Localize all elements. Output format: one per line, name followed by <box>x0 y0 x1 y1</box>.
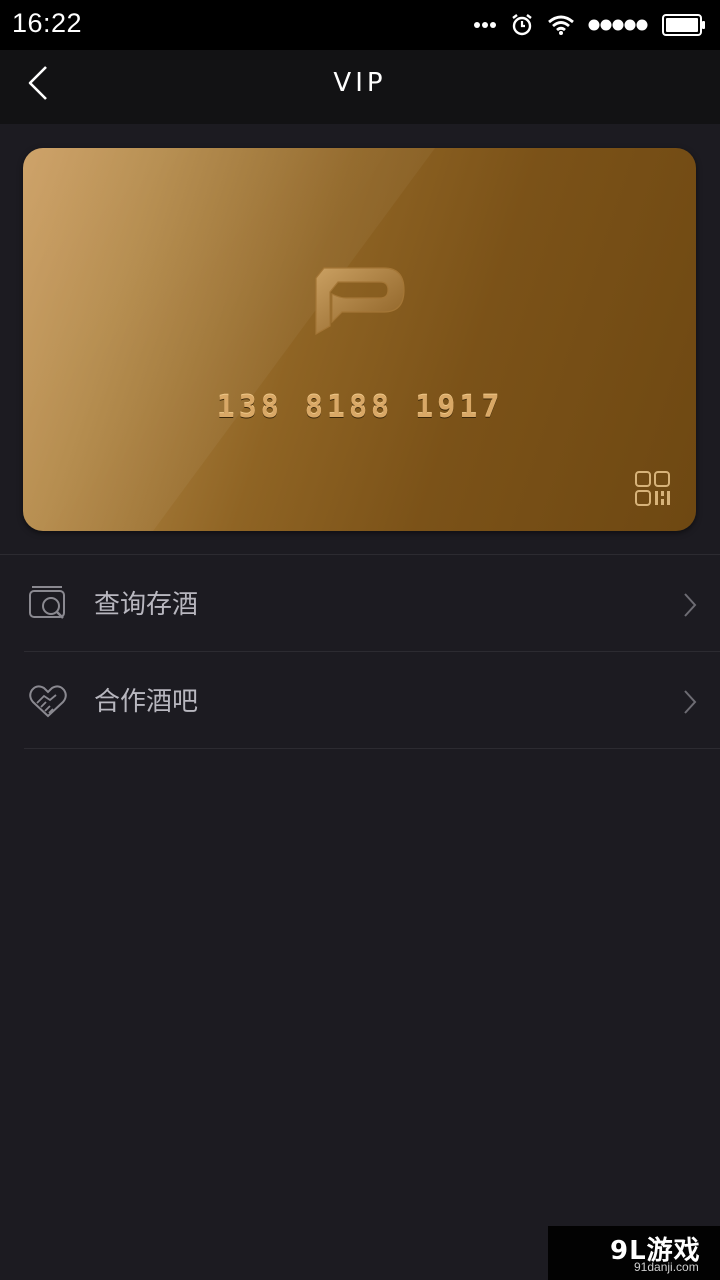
wine-search-icon <box>29 586 65 619</box>
chevron-right-icon <box>684 593 697 617</box>
menu-item-label: 合作酒吧 <box>94 687 199 717</box>
status-time: 16:22 <box>12 8 83 38</box>
alarm-icon <box>512 14 532 36</box>
qr-code-button[interactable] <box>634 470 672 512</box>
card-sheen <box>23 148 435 531</box>
back-button[interactable] <box>22 62 62 112</box>
vip-screen: 16:22 VIP 138 8188 1917 查询存酒 合作酒吧 9L游戏 9… <box>0 0 720 1280</box>
status-icons <box>474 10 706 40</box>
qr-code-icon <box>635 471 670 506</box>
menu-item-label: 查询存酒 <box>94 590 199 620</box>
chevron-right-icon <box>684 690 697 714</box>
nav-bar: VIP <box>0 50 720 124</box>
watermark: 9L游戏 91danji.com <box>548 1226 720 1280</box>
chevron-left-icon <box>28 66 47 100</box>
battery-icon <box>662 14 705 36</box>
card-number: 138 8188 1917 <box>216 390 504 425</box>
vip-card[interactable] <box>23 148 696 531</box>
menu-item-query-wine[interactable]: 查询存酒 <box>24 555 720 652</box>
card-logo-icon <box>315 267 405 336</box>
status-bar: 16:22 <box>0 0 720 50</box>
signal-dots-icon <box>588 19 648 31</box>
handshake-icon <box>29 685 67 718</box>
page-title: VIP <box>333 68 387 98</box>
menu-item-partner-bars[interactable]: 合作酒吧 <box>24 652 720 749</box>
wifi-icon <box>548 15 574 35</box>
watermark-url: 91danji.com <box>634 1260 699 1274</box>
menu-list: 查询存酒 合作酒吧 <box>0 554 720 749</box>
more-dots-icon <box>474 22 496 28</box>
